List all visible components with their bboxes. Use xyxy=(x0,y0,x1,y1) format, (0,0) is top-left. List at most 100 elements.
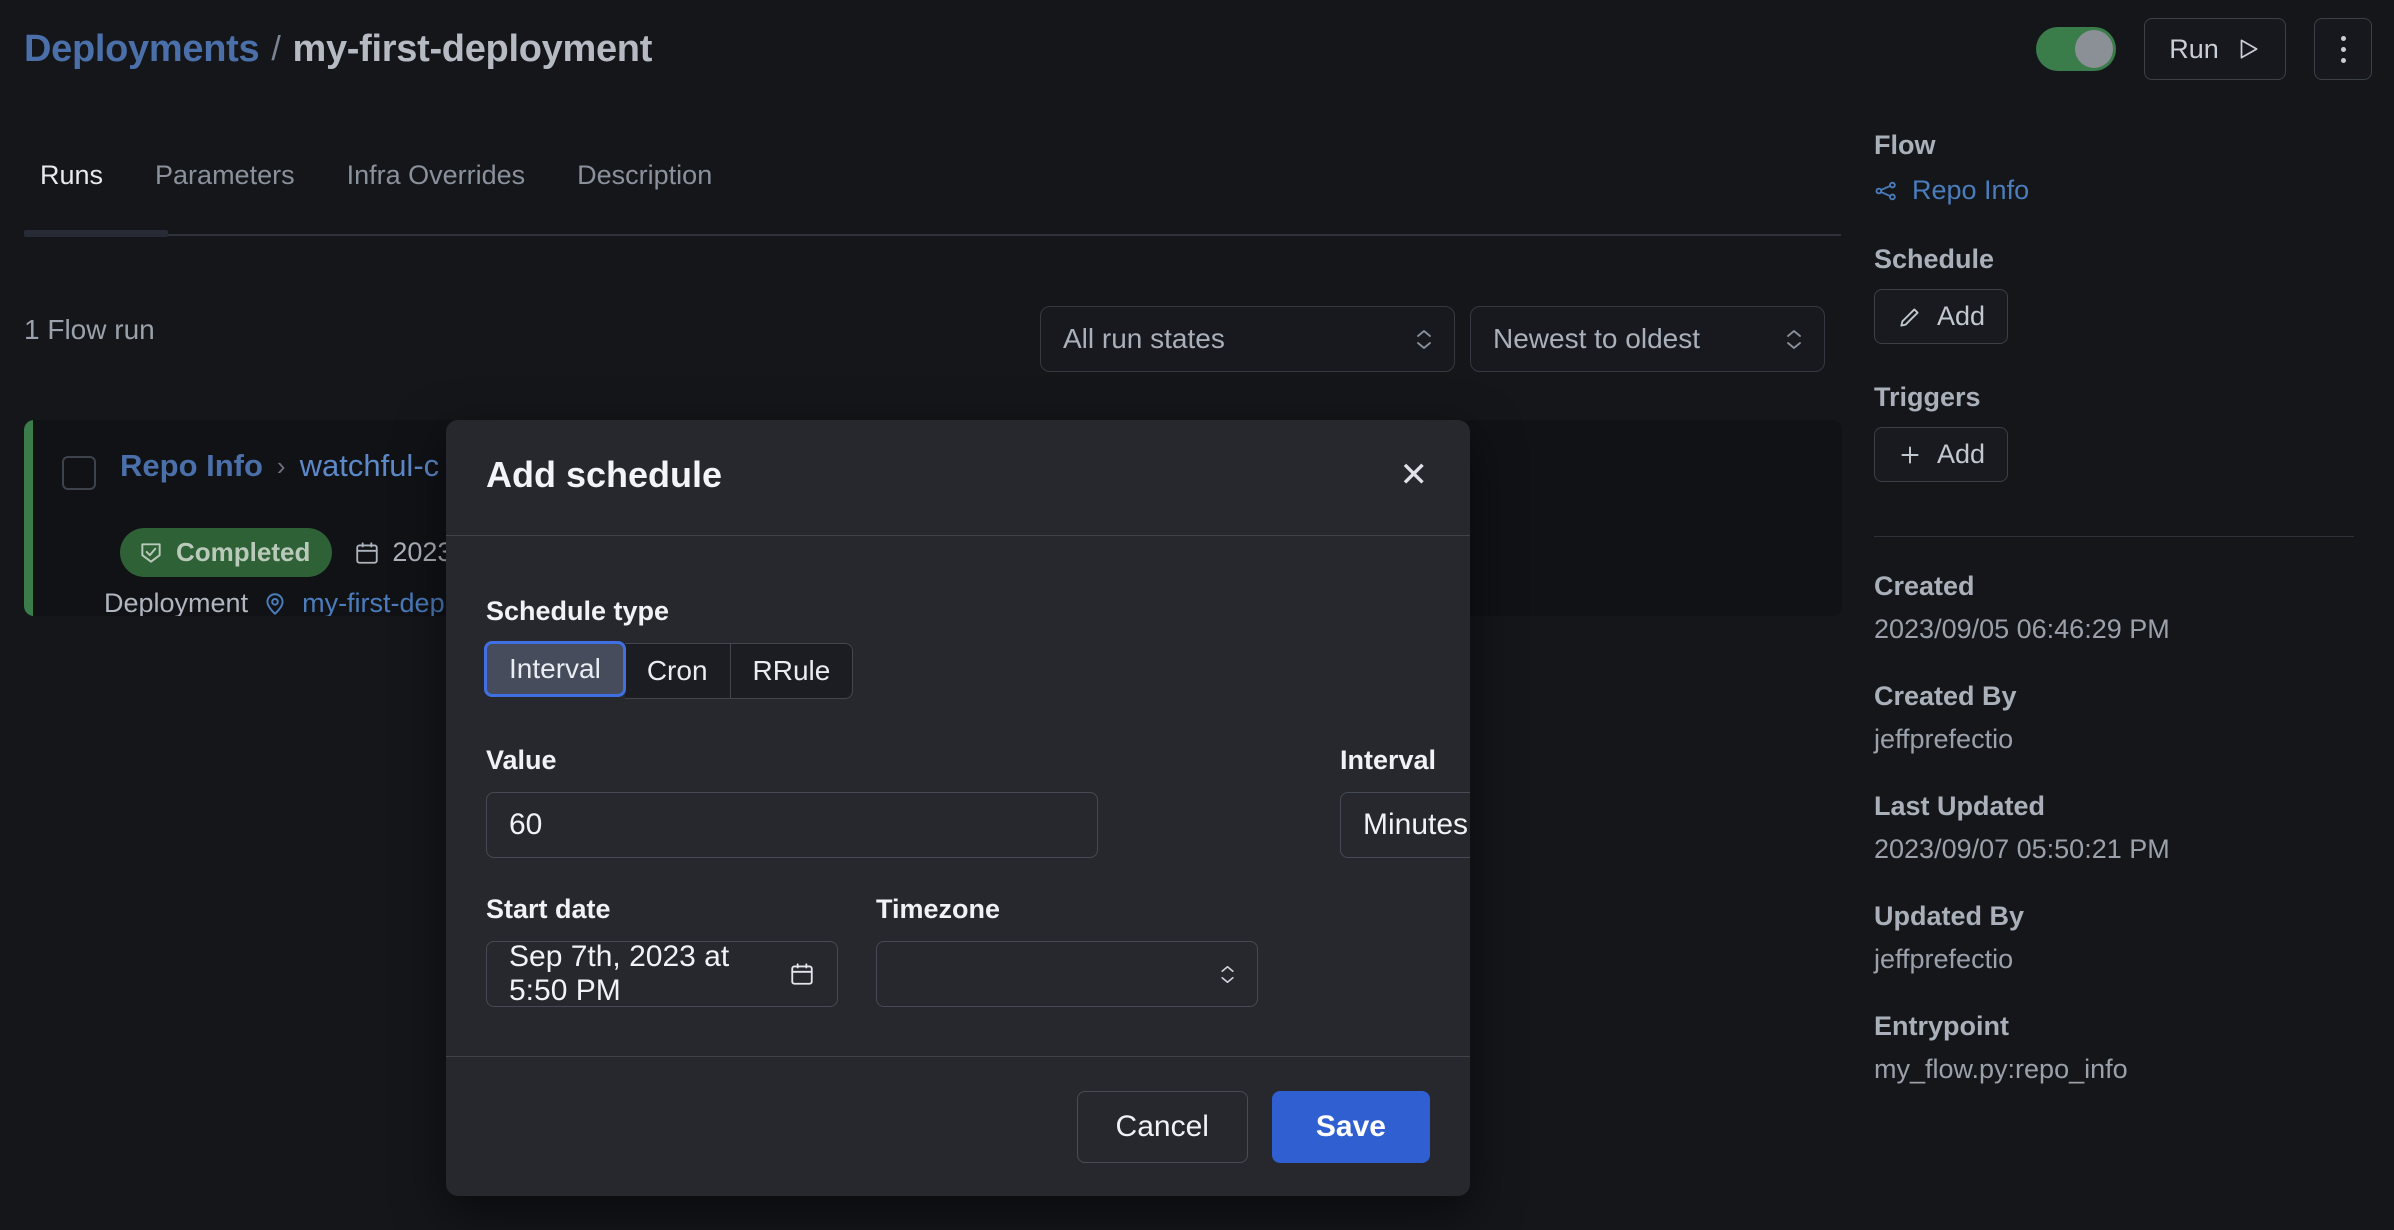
location-pin-icon xyxy=(262,591,288,617)
updated-by-field: Updated By jeffprefectio xyxy=(1874,901,2354,975)
interval-select-value: Minutes xyxy=(1363,808,1469,841)
run-states-select-value: All run states xyxy=(1063,323,1225,354)
startdate-timezone-row: Start date Sep 7th, 2023 at 5:50 PM Time… xyxy=(486,894,1430,1007)
pencil-icon xyxy=(1897,304,1923,330)
flow-run-deployment: Deployment my-first-deplo xyxy=(104,588,466,616)
tab-description[interactable]: Description xyxy=(551,160,738,213)
interval-field-group: Interval Minutes xyxy=(1340,745,1470,858)
sidebar-flow-link[interactable]: Repo Info xyxy=(1874,175,2354,206)
tab-bar-divider xyxy=(24,234,1841,236)
modal-header: Add schedule ✕ xyxy=(446,420,1470,536)
start-date-input[interactable]: Sep 7th, 2023 at 5:50 PM xyxy=(486,940,838,1007)
value-field-group: Value 60 xyxy=(486,745,1098,858)
created-label: Created xyxy=(1874,571,1975,601)
play-icon xyxy=(2235,36,2261,62)
schedule-type-segmented-control: Interval Cron RRule xyxy=(484,641,1430,699)
sidebar-flow-link-label: Repo Info xyxy=(1912,175,2030,205)
value-input[interactable]: 60 xyxy=(486,792,1098,858)
updated-by-value: jeffprefectio xyxy=(1874,944,2014,974)
add-trigger-button[interactable]: Add xyxy=(1874,427,2009,482)
interval-select[interactable]: Minutes xyxy=(1340,792,1470,858)
deployment-link[interactable]: my-first-deplo xyxy=(302,588,466,616)
timezone-select[interactable] xyxy=(876,941,1258,1007)
calendar-icon xyxy=(354,540,380,566)
last-updated-label: Last Updated xyxy=(1874,791,2046,821)
flow-run-flow-link[interactable]: Repo Info xyxy=(120,448,263,484)
add-schedule-button-label: Add xyxy=(1937,301,1986,331)
flow-run-count: 1 Flow run xyxy=(24,314,155,345)
chevron-right-icon: › xyxy=(276,450,286,481)
close-icon[interactable]: ✕ xyxy=(1400,458,1429,492)
add-schedule-modal: Add schedule ✕ Schedule type Interval Cr… xyxy=(446,420,1470,1196)
sidebar-flow-heading: Flow xyxy=(1874,130,1936,160)
flow-run-title: Repo Info › watchful-c xyxy=(120,448,439,484)
entrypoint-label: Entrypoint xyxy=(1874,1011,2009,1041)
tab-infra-overrides[interactable]: Infra Overrides xyxy=(321,160,552,213)
calendar-icon[interactable] xyxy=(789,961,815,987)
run-states-select[interactable]: All run states xyxy=(1040,306,1455,372)
save-button[interactable]: Save xyxy=(1271,1090,1430,1163)
tab-runs[interactable]: Runs xyxy=(24,160,129,213)
add-trigger-button-label: Add xyxy=(1937,439,1986,469)
modal-footer: Cancel Save xyxy=(446,1056,1470,1196)
flow-run-checkbox[interactable] xyxy=(62,456,96,490)
sort-order-select[interactable]: Newest to oldest xyxy=(1470,306,1825,372)
run-button-label: Run xyxy=(2169,33,2219,64)
flow-nodes-icon xyxy=(1874,178,1900,204)
sidebar-divider xyxy=(1874,536,2354,537)
entrypoint-value: my_flow.py:repo_info xyxy=(1874,1054,2128,1084)
updated-by-label: Updated By xyxy=(1874,901,2025,931)
created-field: Created 2023/09/05 06:46:29 PM xyxy=(1874,571,2354,645)
deployment-active-toggle[interactable] xyxy=(2036,27,2116,71)
app-header: Deployments / my-first-deployment Run xyxy=(0,0,2394,118)
details-sidebar: Flow Repo Info Schedule Add Triggers Add… xyxy=(1874,130,2374,1230)
run-button[interactable]: Run xyxy=(2144,18,2286,80)
flow-run-meta: Completed 2023/0 xyxy=(120,528,475,577)
toggle-knob xyxy=(2075,30,2113,68)
schedule-type-cron-option[interactable]: Cron xyxy=(624,643,731,699)
page-title: my-first-deployment xyxy=(292,28,653,70)
cancel-button[interactable]: Cancel xyxy=(1076,1090,1248,1163)
tab-active-indicator xyxy=(24,230,168,237)
filter-bar: 1 Flow run All run states Newest to olde… xyxy=(0,296,1840,384)
chevron-up-down-icon xyxy=(1786,329,1802,350)
value-label: Value xyxy=(486,745,557,775)
plus-icon xyxy=(1897,442,1923,468)
breadcrumb-deployments-link[interactable]: Deployments xyxy=(24,28,260,71)
kebab-dot-icon xyxy=(2340,46,2346,52)
kebab-dot-icon xyxy=(2340,35,2346,41)
schedule-type-rrule-option[interactable]: RRule xyxy=(730,643,854,699)
tab-parameters[interactable]: Parameters xyxy=(129,160,321,213)
last-updated-value: 2023/09/07 05:50:21 PM xyxy=(1874,834,2170,864)
check-shield-icon xyxy=(138,540,164,566)
schedule-type-label: Schedule type xyxy=(486,596,670,626)
header-actions: Run xyxy=(2036,18,2372,80)
status-badge: Completed xyxy=(120,528,333,577)
timezone-label: Timezone xyxy=(876,894,1001,924)
modal-title: Add schedule xyxy=(486,454,723,495)
created-value: 2023/09/05 06:46:29 PM xyxy=(1874,614,2170,644)
chevron-up-down-icon xyxy=(1416,329,1432,350)
start-date-value: Sep 7th, 2023 at 5:50 PM xyxy=(509,940,730,1007)
add-schedule-button[interactable]: Add xyxy=(1874,289,2009,344)
deployment-key-label: Deployment xyxy=(104,588,249,616)
value-interval-row: Value 60 Interval Minutes xyxy=(486,745,1470,858)
last-updated-field: Last Updated 2023/09/07 05:50:21 PM xyxy=(1874,791,2354,865)
entrypoint-field: Entrypoint my_flow.py:repo_info xyxy=(1874,1011,2354,1085)
tab-bar: Runs Parameters Infra Overrides Descript… xyxy=(0,160,1840,238)
flow-run-name-link[interactable]: watchful-c xyxy=(300,448,440,484)
more-options-button[interactable] xyxy=(2314,18,2372,80)
start-date-label: Start date xyxy=(486,894,611,924)
created-by-label: Created By xyxy=(1874,681,2017,711)
flow-run-status-accent-bar xyxy=(24,420,33,616)
created-by-field: Created By jeffprefectio xyxy=(1874,681,2354,755)
sidebar-schedule-heading: Schedule xyxy=(1874,244,1995,274)
start-date-field-group: Start date Sep 7th, 2023 at 5:50 PM xyxy=(486,894,838,1007)
created-by-value: jeffprefectio xyxy=(1874,724,2014,754)
status-badge-label: Completed xyxy=(176,537,311,567)
breadcrumb-separator: / xyxy=(271,30,281,68)
schedule-type-interval-option[interactable]: Interval xyxy=(484,641,626,697)
modal-body: Schedule type Interval Cron RRule Value … xyxy=(446,536,1470,1056)
kebab-dot-icon xyxy=(2340,57,2346,63)
chevron-up-down-icon xyxy=(1220,965,1235,984)
